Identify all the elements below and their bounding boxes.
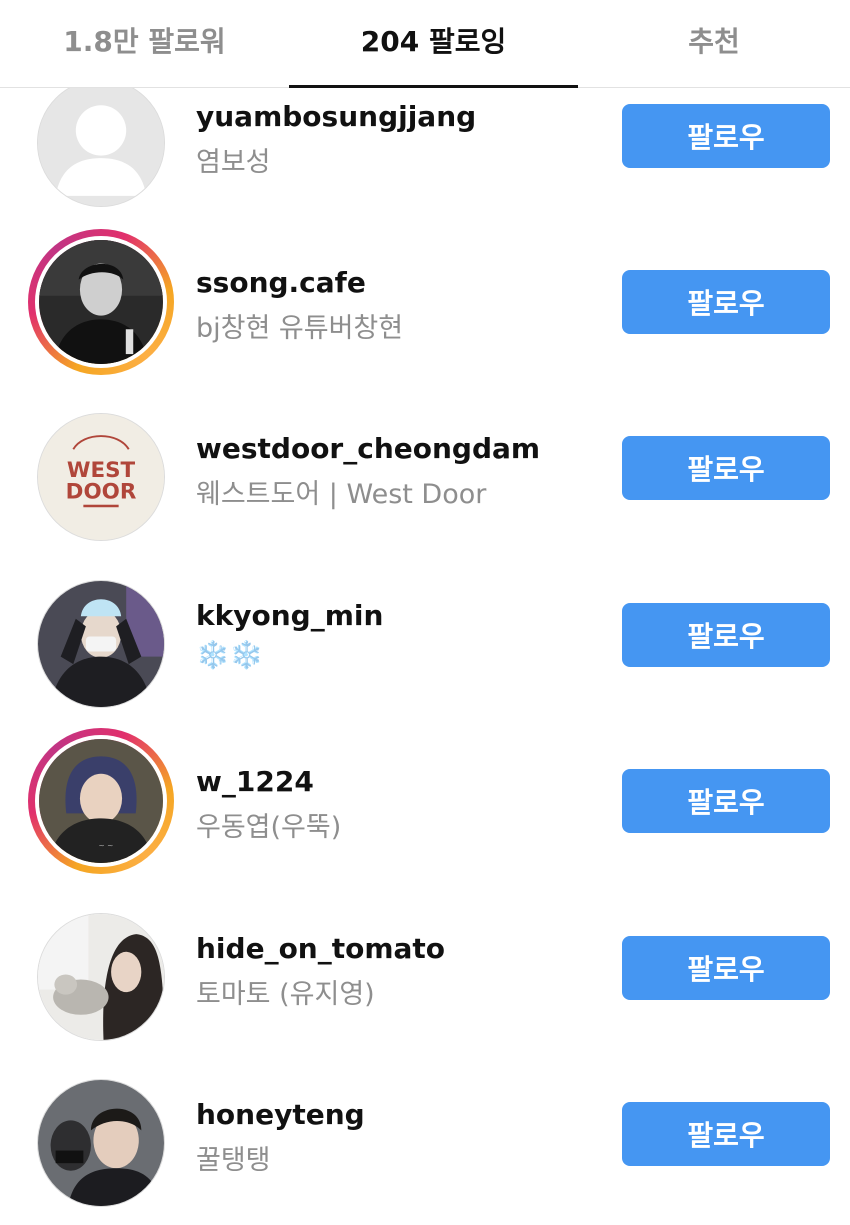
list-item[interactable]: honeyteng 꿀탱탱 팔로우 [0, 1056, 850, 1222]
profile-photo [35, 236, 167, 368]
tab-suggested[interactable]: 추천 [578, 0, 850, 88]
username[interactable]: yuambosungjjang [196, 100, 476, 133]
tab-followers[interactable]: 1.8만 팔로워 [0, 0, 289, 88]
username[interactable]: hide_on_tomato [196, 932, 445, 965]
default-avatar-icon [37, 88, 165, 207]
username[interactable]: ssong.cafe [196, 266, 366, 299]
full-name: 염보성 [196, 147, 271, 178]
list-item[interactable]: kkyong_min ❄️❄️ 팔로우 [0, 557, 850, 723]
profile-photo [37, 913, 165, 1041]
full-name: 꿀탱탱 [196, 1145, 271, 1176]
tab-bar: 1.8만 팔로워 204 팔로잉 추천 [0, 0, 850, 88]
list-item[interactable]: yuambosungjjang 염보성 팔로우 [0, 88, 850, 224]
list-item[interactable]: hide_on_tomato 토마토 (유지영) 팔로우 [0, 890, 850, 1056]
follow-button[interactable]: 팔로우 [622, 936, 830, 1000]
west-door-logo: WEST DOOR [37, 413, 165, 541]
follow-button[interactable]: 팔로우 [622, 769, 830, 833]
full-name: 웨스트도어 | West Door [196, 479, 487, 510]
full-name: bj창현 유튜버창현 [196, 313, 404, 344]
profile-photo [37, 1079, 165, 1207]
username[interactable]: w_1224 [196, 765, 314, 798]
list-item[interactable]: ssong.cafe bj창현 유튜버창현 팔로우 [0, 224, 850, 390]
username[interactable]: kkyong_min [196, 599, 383, 632]
follow-button[interactable]: 팔로우 [622, 270, 830, 334]
follow-button[interactable]: 팔로우 [622, 1102, 830, 1166]
full-name: 토마토 (유지영) [196, 979, 375, 1010]
list-item[interactable]: ~ ~ w_1224 우동엽(우뚝) 팔로우 [0, 723, 850, 889]
full-name: ❄️❄️ [196, 640, 264, 671]
follow-button[interactable]: 팔로우 [622, 104, 830, 168]
svg-text:~ ~: ~ ~ [99, 841, 114, 850]
full-name: 우동엽(우뚝) [196, 812, 342, 843]
following-list[interactable]: yuambosungjjang 염보성 팔로우 ssong.cafe bj창현 … [0, 88, 850, 1225]
username[interactable]: honeyteng [196, 1098, 365, 1131]
avatar[interactable] [28, 904, 174, 1050]
avatar[interactable] [28, 1070, 174, 1216]
avatar[interactable]: WEST DOOR [28, 404, 174, 550]
profile-photo: ~ ~ [35, 735, 167, 867]
avatar-story-ring[interactable]: ~ ~ [28, 728, 174, 874]
follow-button[interactable]: 팔로우 [622, 436, 830, 500]
svg-text:DOOR: DOOR [66, 479, 137, 504]
avatar[interactable] [28, 571, 174, 717]
avatar[interactable] [28, 88, 174, 216]
avatar-story-ring[interactable] [28, 229, 174, 375]
username[interactable]: westdoor_cheongdam [196, 432, 540, 465]
tab-following[interactable]: 204 팔로잉 [289, 0, 578, 88]
profile-photo [37, 580, 165, 708]
list-item[interactable]: WEST DOOR westdoor_cheongdam 웨스트도어 | Wes… [0, 390, 850, 556]
follow-button[interactable]: 팔로우 [622, 603, 830, 667]
